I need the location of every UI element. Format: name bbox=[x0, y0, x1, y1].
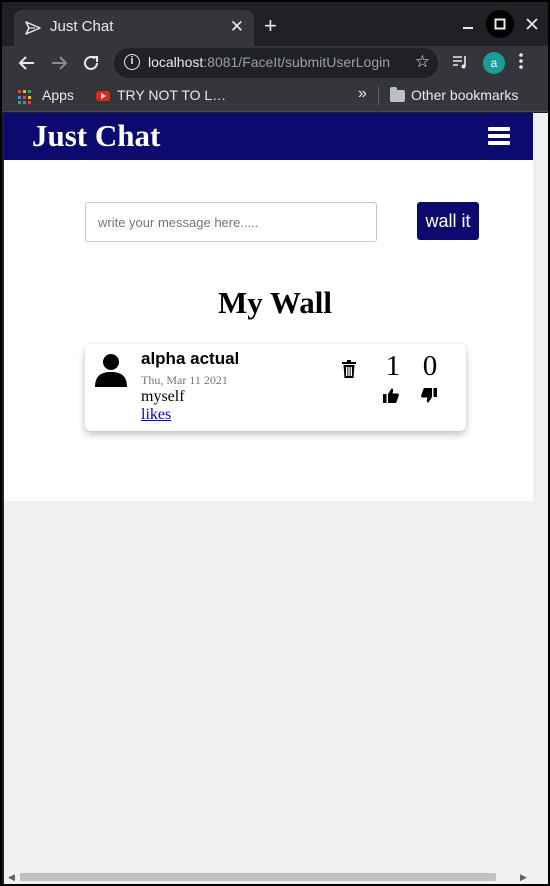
bookmark-apps[interactable]: Apps bbox=[42, 87, 74, 103]
scroll-left-icon[interactable]: ◀ bbox=[8, 872, 15, 883]
wall-it-button[interactable]: wall it bbox=[417, 202, 479, 240]
new-tab-button[interactable]: + bbox=[264, 14, 277, 38]
wall-title: My Wall bbox=[218, 285, 332, 320]
page-content: Just Chat wall it My Wall alpha actual T… bbox=[4, 113, 533, 501]
window-close-icon[interactable] bbox=[518, 10, 546, 38]
user-silhouette-icon bbox=[95, 354, 127, 387]
tab-close-icon[interactable]: ✕ bbox=[230, 17, 244, 37]
trash-icon[interactable] bbox=[342, 360, 356, 378]
vertical-scrollbar[interactable] bbox=[533, 113, 548, 870]
post-date: Thu, Mar 11 2021 bbox=[141, 373, 228, 387]
media-queue-icon[interactable] bbox=[452, 54, 468, 74]
bookmark-video[interactable]: TRY NOT TO L… bbox=[117, 87, 226, 103]
dislike-count: 0 bbox=[422, 350, 438, 382]
message-input[interactable] bbox=[85, 202, 377, 242]
post-card: alpha actual Thu, Mar 11 2021 myself lik… bbox=[85, 344, 466, 431]
like-count: 1 bbox=[385, 350, 401, 382]
likes-link[interactable]: likes bbox=[141, 406, 171, 424]
arrow-left-icon[interactable] bbox=[14, 50, 40, 76]
star-icon[interactable]: ☆ bbox=[415, 52, 430, 72]
browser-toolbar: i localhost:8081/FaceIt/submitUserLogin … bbox=[2, 46, 548, 80]
send-arrow-icon bbox=[25, 21, 41, 35]
scrollbar-thumb[interactable] bbox=[20, 873, 496, 881]
tab-bar: Just Chat ✕ + bbox=[2, 2, 548, 46]
horizontal-scrollbar[interactable]: ◀ ▶ bbox=[4, 870, 548, 884]
minimize-icon[interactable] bbox=[454, 10, 482, 38]
address-bar[interactable]: i localhost:8081/FaceIt/submitUserLogin … bbox=[114, 48, 438, 78]
info-icon[interactable]: i bbox=[124, 54, 140, 70]
bookmarks-bar: Apps TRY NOT TO L… » Other bookmarks bbox=[2, 80, 548, 112]
arrow-right-icon[interactable] bbox=[46, 50, 72, 76]
bookmarks-divider bbox=[378, 87, 379, 105]
scroll-right-icon[interactable]: ▶ bbox=[520, 872, 527, 883]
apps-grid-icon[interactable] bbox=[18, 90, 33, 105]
folder-icon bbox=[390, 87, 405, 102]
reload-icon[interactable] bbox=[78, 50, 104, 76]
kebab-menu-icon[interactable] bbox=[518, 52, 524, 74]
thumbs-down-icon[interactable] bbox=[421, 388, 437, 403]
app-navbar: Just Chat bbox=[4, 113, 533, 160]
page-viewport: Just Chat wall it My Wall alpha actual T… bbox=[4, 113, 548, 870]
profile-avatar[interactable]: a bbox=[483, 52, 505, 74]
bookmark-other[interactable]: Other bookmarks bbox=[411, 87, 518, 103]
brand-title[interactable]: Just Chat bbox=[32, 118, 160, 154]
bookmarks-overflow-icon[interactable]: » bbox=[358, 85, 367, 103]
youtube-icon bbox=[96, 91, 110, 101]
url-text: localhost:8081/FaceIt/submitUserLogin bbox=[148, 54, 391, 70]
thumbs-up-icon[interactable] bbox=[383, 388, 399, 403]
maximize-icon[interactable] bbox=[486, 10, 514, 38]
post-author: alpha actual bbox=[141, 349, 240, 368]
tab-title: Just Chat bbox=[50, 18, 114, 35]
hamburger-icon[interactable] bbox=[488, 127, 510, 145]
browser-window: Just Chat ✕ + i localhost:8081/FaceIt/su… bbox=[0, 0, 550, 886]
browser-tab[interactable]: Just Chat ✕ bbox=[14, 10, 254, 46]
post-text: myself bbox=[141, 388, 185, 405]
